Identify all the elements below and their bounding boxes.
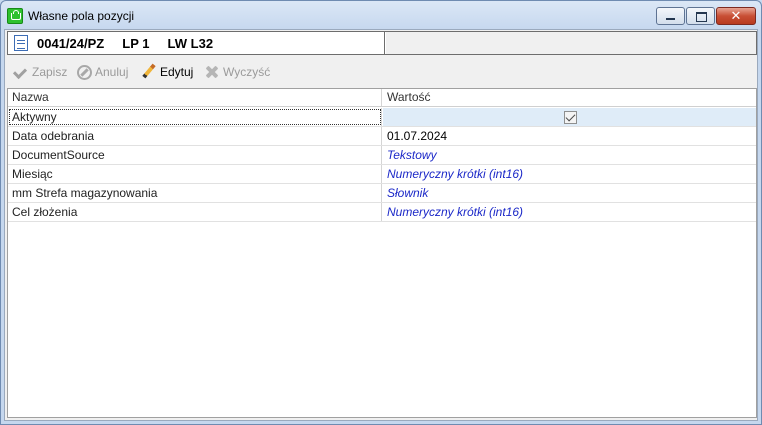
grid-row[interactable]: DocumentSource Tekstowy [8,146,756,165]
field-value: Tekstowy [387,148,437,162]
document-icon [14,35,28,51]
document-title: 0041/24/PZ LP 1 LW L32 [37,36,214,51]
toolbar: Zapisz Anuluj Edytuj Wyczyść [7,60,757,84]
title-bar[interactable]: Własne pola pozycji ✕ [1,1,761,31]
field-name: mm Strefa magazynowania [8,184,382,202]
content-area: 0041/24/PZ LP 1 LW L32 Zapisz Anuluj Edy… [4,29,758,421]
save-button[interactable]: Zapisz [13,62,67,82]
grid-row[interactable]: Aktywny [8,108,756,127]
column-header-value[interactable]: Wartość [383,89,756,106]
field-value: 01.07.2024 [387,129,448,143]
grid-row[interactable]: mm Strefa magazynowania Słownik [8,184,756,203]
pencil-icon [141,64,157,80]
grid-row[interactable]: Cel złożenia Numeryczny krótki (int16) [8,203,756,222]
edit-button[interactable]: Edytuj [141,62,193,82]
column-header-name[interactable]: Nazwa [8,89,382,106]
grid-header: Nazwa Wartość [8,89,756,107]
clear-button-label: Wyczyść [223,65,271,79]
field-name: DocumentSource [8,146,382,164]
window-title: Własne pola pozycji [28,9,135,23]
document-header-right [386,32,756,54]
close-icon: ✕ [730,8,742,23]
document-header: 0041/24/PZ LP 1 LW L32 [7,31,757,55]
field-name: Data odebrania [8,127,382,145]
save-button-label: Zapisz [32,65,68,79]
fields-grid: Nazwa Wartość Aktywny Data odebrania 01.… [7,88,757,418]
grid-row[interactable]: Data odebrania 01.07.2024 [8,127,756,146]
clear-button[interactable]: Wyczyść [204,62,270,82]
field-name: Miesiąc [8,165,382,183]
maximize-button[interactable] [686,7,715,25]
minimize-button[interactable] [656,7,685,25]
document-header-left: 0041/24/PZ LP 1 LW L32 [8,32,385,54]
close-button[interactable]: ✕ [716,7,756,25]
field-name: Aktywny [8,108,382,126]
cancel-button-label: Anuluj [95,65,129,79]
cancel-icon [77,64,92,80]
basket-icon [7,8,23,24]
field-value [383,108,756,126]
checkmark-icon [13,64,29,80]
field-value: Numeryczny krótki (int16) [387,167,524,181]
edit-button-label: Edytuj [160,65,194,79]
cancel-button[interactable]: Anuluj [77,62,128,82]
field-value: Słownik [387,186,429,200]
window: Własne pola pozycji ✕ 0041/24/PZ LP 1 LW… [0,0,762,425]
clear-icon [204,64,220,80]
grid-row[interactable]: Miesiąc Numeryczny krótki (int16) [8,165,756,184]
active-checkbox[interactable] [564,111,577,124]
field-name: Cel złożenia [8,203,382,221]
field-value: Numeryczny krótki (int16) [387,205,524,219]
